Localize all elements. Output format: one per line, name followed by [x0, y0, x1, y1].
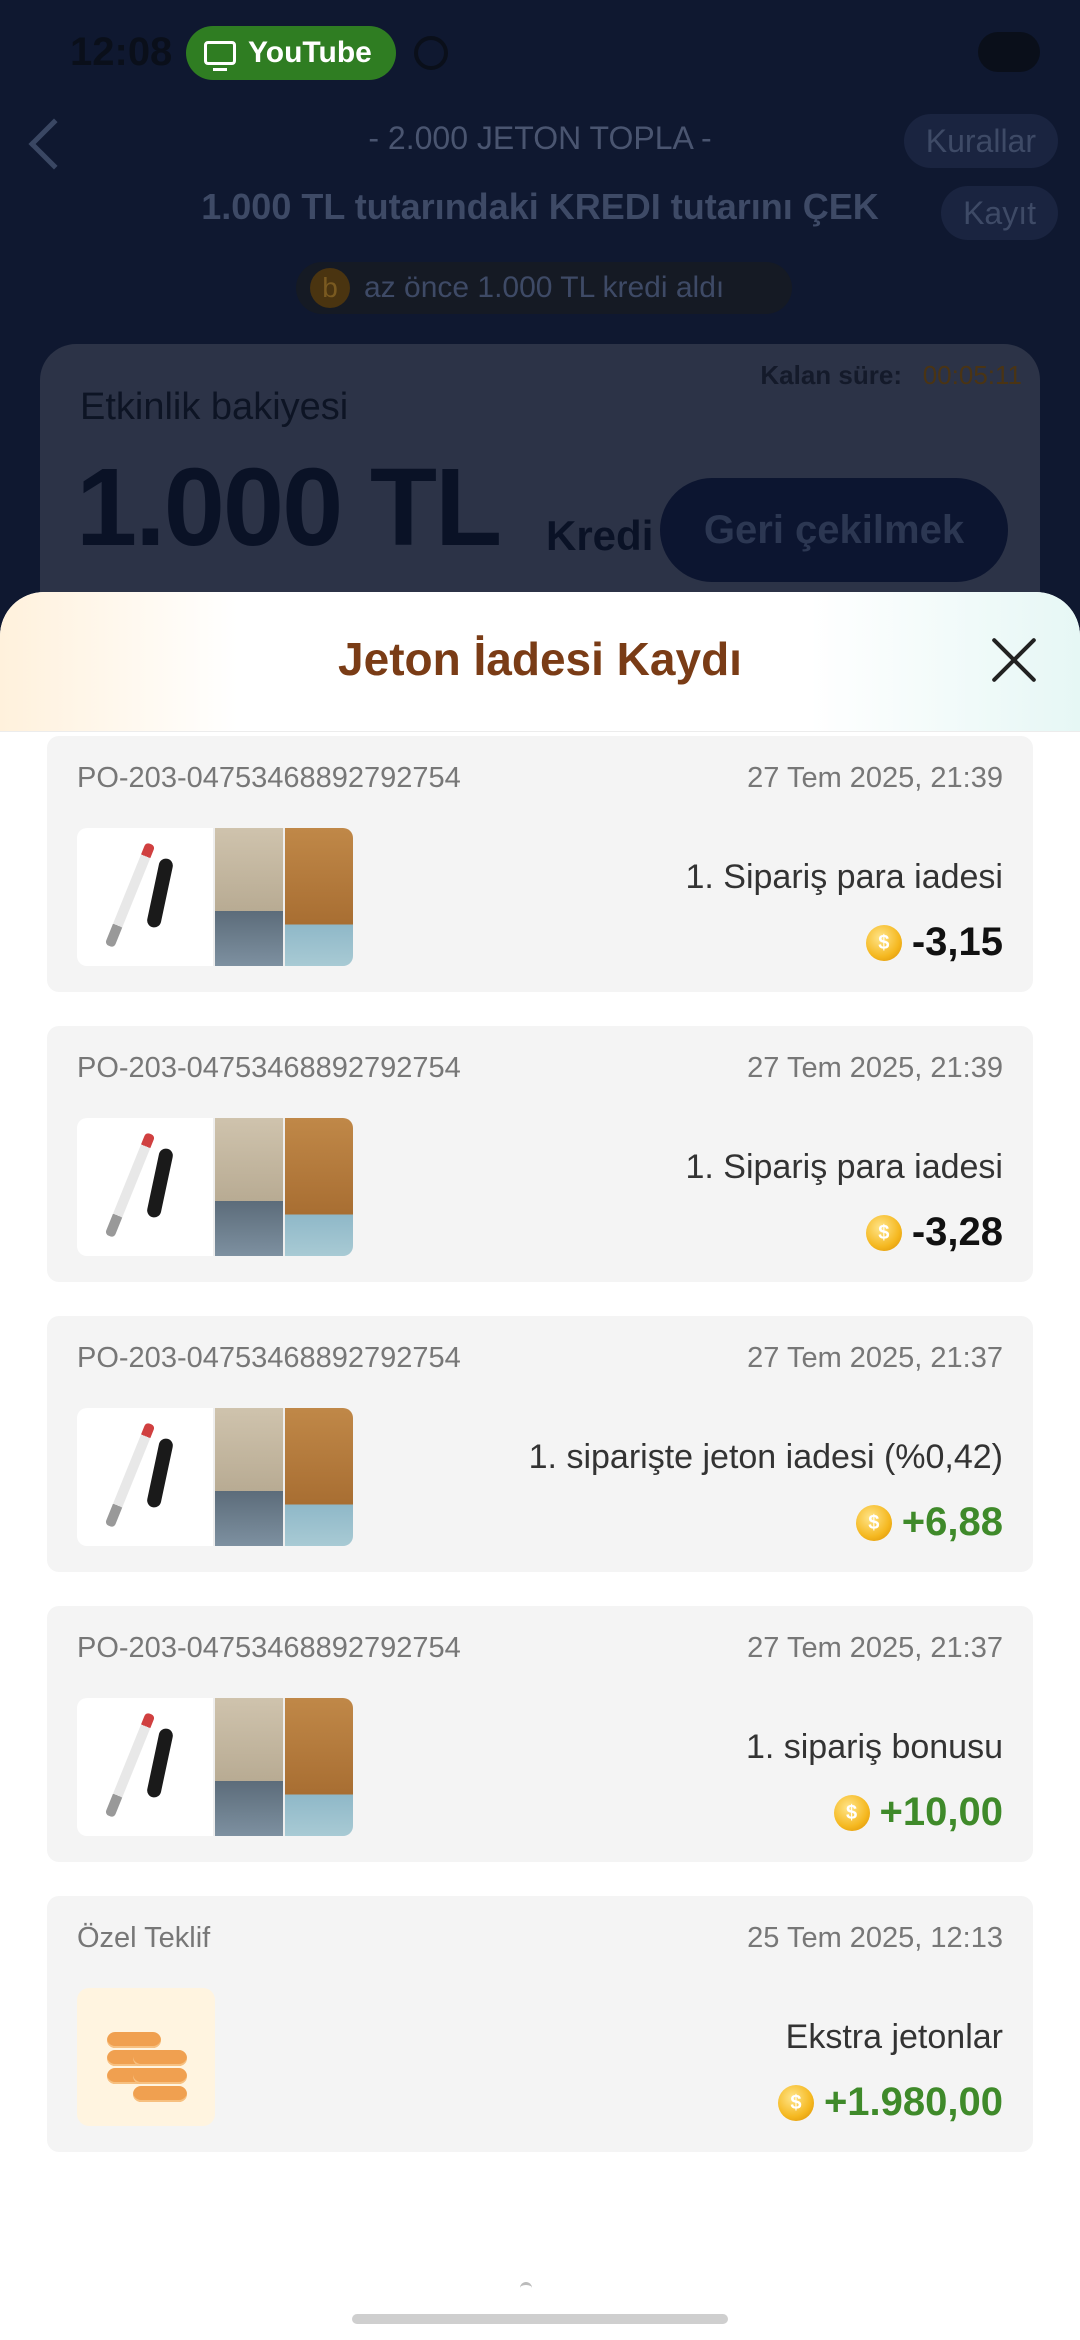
balance-label: Etkinlik bakiyesi	[80, 386, 349, 428]
order-id: PO-203-04753468892792754	[77, 762, 461, 794]
ticker-text: az önce 1.000 TL kredi aldı	[364, 271, 725, 304]
remaining-time-value: 00:05:11	[922, 360, 1022, 390]
record-amount: $ -3,15	[865, 920, 1003, 965]
record-item[interactable]: PO-203-04753468892792754 27 Tem 2025, 21…	[47, 1026, 1033, 1282]
record-description: 1. sipariş bonusu	[745, 1728, 1003, 1766]
record-amount: $ +10,00	[833, 1790, 1003, 1835]
tester-pen-image	[77, 828, 213, 966]
ticker-avatar: b	[310, 268, 350, 308]
coin-refund-sheet: Jeton İadesi Kaydı PO-203-04753468892792…	[0, 592, 1080, 2340]
close-icon[interactable]	[988, 634, 1040, 686]
log-button[interactable]: Kayıt	[941, 186, 1058, 240]
home-indicator[interactable]	[352, 2314, 728, 2324]
clock-icon	[414, 36, 448, 70]
product-thumbnails	[77, 1408, 353, 1546]
offer-label: Özel Teklif	[77, 1922, 211, 1954]
amount-value: +1.980,00	[823, 2080, 1003, 2124]
record-description: 1. Sipariş para iadesi	[685, 1148, 1003, 1186]
record-date: 27 Tem 2025, 21:39	[747, 1052, 1003, 1084]
balance-amount: 1.000 TL	[76, 446, 502, 569]
record-amount: $ -3,28	[865, 1210, 1003, 1255]
shorts-image	[213, 1698, 283, 1836]
withdraw-button[interactable]: Geri çekilmek	[660, 478, 1008, 582]
sheet-header: Jeton İadesi Kaydı	[0, 592, 1080, 732]
shirt-image	[283, 1408, 353, 1546]
page-title: 1.000 TL tutarındaki KREDI tutarını ÇEK	[201, 186, 879, 227]
record-description: Ekstra jetonlar	[785, 2018, 1003, 2056]
record-item[interactable]: PO-203-04753468892792754 27 Tem 2025, 21…	[47, 1606, 1033, 1862]
product-thumbnails	[77, 828, 353, 966]
order-id: PO-203-04753468892792754	[77, 1052, 461, 1084]
activity-ticker: b az önce 1.000 TL kredi aldı	[296, 262, 792, 314]
record-item[interactable]: PO-203-04753468892792754 27 Tem 2025, 21…	[47, 736, 1033, 992]
record-date: 27 Tem 2025, 21:37	[747, 1632, 1003, 1664]
amount-value: -3,15	[911, 920, 1003, 964]
coin-icon: $	[865, 924, 902, 961]
balance-unit: Kredi	[546, 512, 654, 559]
background-page: 12:08 YouTube - 2.000 JETON TOPLA - 1.00…	[0, 0, 1080, 664]
coin-icon: $	[865, 1214, 902, 1251]
tv-icon	[204, 41, 236, 71]
coin-icon: $	[855, 1504, 892, 1541]
amount-value: +6,88	[901, 1500, 1003, 1544]
shorts-image	[213, 828, 283, 966]
coin-icon: $	[777, 2084, 814, 2121]
record-description: 1. siparişte jeton iadesi (%0,42)	[528, 1438, 1003, 1476]
tester-pen-image	[77, 1118, 213, 1256]
tester-pen-image	[77, 1698, 213, 1836]
record-amount: $ +1.980,00	[777, 2080, 1003, 2125]
loading-indicator	[520, 2282, 532, 2288]
record-item[interactable]: Özel Teklif 25 Tem 2025, 12:13 Ekstra je…	[47, 1896, 1033, 2152]
record-description: 1. Sipariş para iadesi	[685, 858, 1003, 896]
record-amount: $ +6,88	[855, 1500, 1003, 1545]
product-thumbnails	[77, 1118, 353, 1256]
youtube-label: YouTube	[248, 36, 372, 69]
record-date: 25 Tem 2025, 12:13	[747, 1922, 1003, 1954]
sheet-title: Jeton İadesi Kaydı	[338, 633, 742, 685]
record-date: 27 Tem 2025, 21:37	[747, 1342, 1003, 1374]
product-thumbnails	[77, 1698, 353, 1836]
record-date: 27 Tem 2025, 21:39	[747, 762, 1003, 794]
shirt-image	[283, 828, 353, 966]
shorts-image	[213, 1118, 283, 1256]
remaining-time-label: Kalan süre:	[760, 360, 902, 390]
status-bar: 12:08 YouTube	[0, 0, 1080, 104]
amount-value: -3,28	[911, 1210, 1003, 1254]
youtube-pill[interactable]: YouTube	[186, 26, 396, 80]
shirt-image	[283, 1118, 353, 1256]
order-id: PO-203-04753468892792754	[77, 1342, 461, 1374]
tester-pen-image	[77, 1408, 213, 1546]
record-list[interactable]: PO-203-04753468892792754 27 Tem 2025, 21…	[0, 732, 1080, 2152]
record-item[interactable]: PO-203-04753468892792754 27 Tem 2025, 21…	[47, 1316, 1033, 1572]
coins-stack-icon	[77, 1988, 215, 2126]
status-time: 12:08	[70, 30, 173, 74]
coin-icon: $	[833, 1794, 870, 1831]
amount-value: +10,00	[879, 1790, 1003, 1834]
system-icons	[860, 32, 1040, 72]
rules-button[interactable]: Kurallar	[903, 114, 1058, 168]
shorts-image	[213, 1408, 283, 1546]
shirt-image	[283, 1698, 353, 1836]
order-id: PO-203-04753468892792754	[77, 1632, 461, 1664]
battery-icon	[978, 32, 1040, 72]
